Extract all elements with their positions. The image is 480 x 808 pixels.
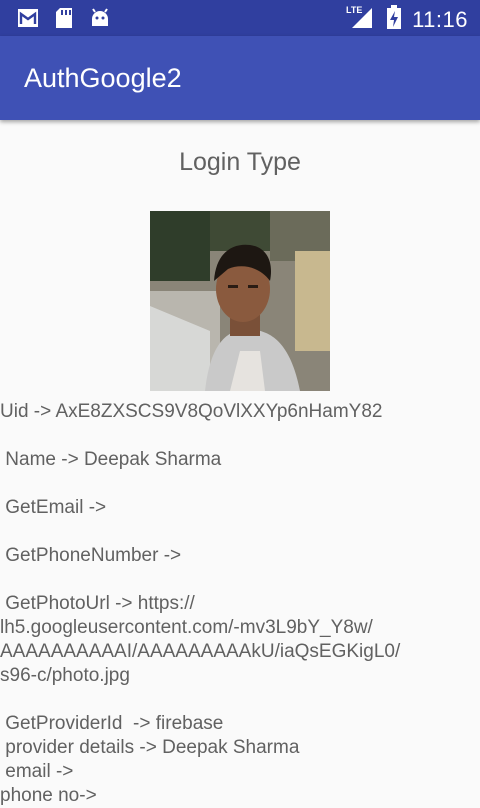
name-text: Name -> Deepak Sharma <box>0 449 222 470</box>
photo-url-text: GetPhotoUrl -> https:// <box>0 593 195 614</box>
sd-card-icon <box>54 6 74 35</box>
android-icon <box>88 6 112 35</box>
app-bar: AuthGoogle2 <box>0 36 480 120</box>
photo-url-text-2: lh5.googleusercontent.com/-mv3L9bY_Y8w/ <box>0 617 373 638</box>
user-info: Uid -> AxE8ZXSCS9V8QoVlXXYp6nHamY82 Name… <box>0 400 480 808</box>
provider-email-text: email -> <box>0 761 74 782</box>
photo-url-text-3: AAAAAAAAAAI/AAAAAAAAAkU/iaQsEGKigL0/ <box>0 641 401 662</box>
provider-phone-text: phone no-> <box>0 785 97 806</box>
gmail-icon <box>16 6 40 35</box>
phone-text: GetPhoneNumber -> <box>0 545 182 566</box>
status-bar: LTE 11:16 <box>0 0 480 36</box>
provider-id-text: GetProviderId -> firebase <box>0 713 224 734</box>
photo-url-text-4: s96-c/photo.jpg <box>0 665 130 686</box>
clock: 11:16 <box>412 6 468 32</box>
app-title: AuthGoogle2 <box>24 63 182 93</box>
network-type-label: LTE <box>346 5 362 15</box>
login-type-heading: Login Type <box>179 148 301 176</box>
email-text: GetEmail -> <box>0 497 107 518</box>
provider-details-text: provider details -> Deepak Sharma <box>0 737 300 758</box>
profile-photo <box>150 211 330 391</box>
uid-text: Uid -> AxE8ZXSCS9V8QoVlXXYp6nHamY82 <box>0 401 383 422</box>
signal-icon: LTE <box>346 4 376 35</box>
battery-charging-icon <box>386 4 402 35</box>
